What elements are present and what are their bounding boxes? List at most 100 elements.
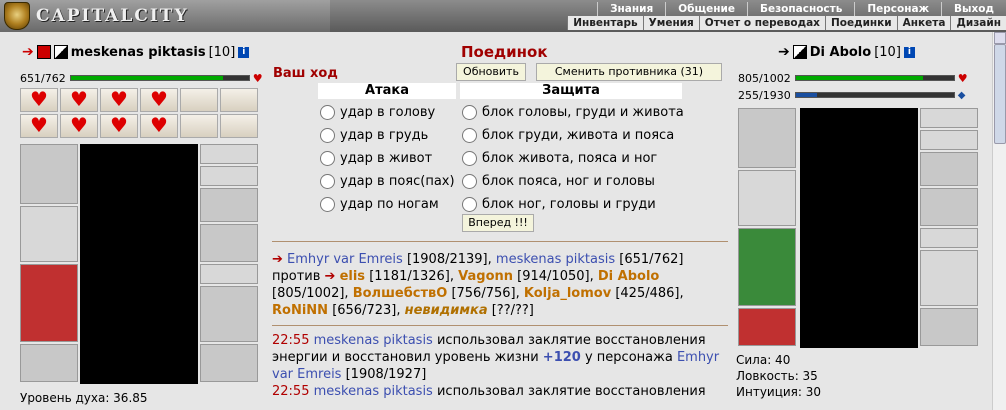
scroll-slot[interactable]: ♥ — [60, 87, 98, 112]
nav-design[interactable]: Дизайн — [950, 16, 1006, 30]
change-opponent-button[interactable]: Сменить противника (31) — [536, 63, 722, 81]
heart-icon: ♥ — [252, 71, 263, 85]
helmet-slot[interactable] — [20, 144, 78, 204]
boots-slot[interactable] — [200, 344, 258, 382]
amulet-slot[interactable] — [920, 108, 978, 128]
scroll-slot[interactable]: ♥ — [60, 113, 98, 138]
gloves-slot[interactable] — [200, 224, 258, 262]
nav-knowledge[interactable]: Знания — [597, 2, 665, 16]
attack-option[interactable]: удар в пояс(пах) — [320, 171, 455, 191]
align-icon — [53, 45, 68, 59]
boots-slot[interactable] — [920, 308, 978, 346]
gloves-slot[interactable] — [920, 188, 978, 226]
radio-button[interactable] — [462, 150, 477, 166]
scroll-slot[interactable]: ♥ — [140, 87, 178, 112]
bracer-slot[interactable] — [200, 188, 258, 222]
shield-slot[interactable] — [920, 250, 978, 306]
ring-slots[interactable] — [200, 264, 258, 284]
nav-character[interactable]: Персонаж — [854, 2, 941, 16]
attack-label: удар в пояс(пах) — [340, 173, 455, 189]
scroll-slot[interactable]: ♥ — [20, 87, 58, 112]
team2-member-5[interactable]: Kolja_lomov — [524, 286, 611, 301]
nav-security[interactable]: Безопасность — [746, 2, 854, 16]
radio-button[interactable] — [320, 104, 335, 120]
right-character-image[interactable] — [800, 108, 918, 348]
bracer-slot[interactable] — [920, 152, 978, 186]
heart-scroll-icon: ♥ — [150, 112, 168, 137]
earring-slot[interactable] — [920, 130, 978, 150]
header-bar: CAPITALCITY Знания Общение Безопасность … — [0, 0, 1006, 32]
scroll-slot[interactable] — [220, 88, 258, 112]
amulet-slot[interactable] — [200, 144, 258, 164]
scroll-slot[interactable] — [220, 114, 258, 138]
earring-slot[interactable] — [200, 166, 258, 186]
shield-slot[interactable] — [200, 286, 258, 342]
left-player-name[interactable]: meskenas piktasis — [71, 45, 206, 60]
log-actor[interactable]: meskenas piktasis — [314, 384, 433, 399]
scroll-slot[interactable]: ♥ — [100, 87, 138, 112]
attack-option[interactable]: удар в живот — [320, 148, 432, 168]
right-player-name[interactable]: Di Abolo — [810, 45, 871, 60]
team2-member-6[interactable]: RoNiNN — [272, 303, 328, 318]
radio-button[interactable] — [462, 173, 477, 189]
defense-option[interactable]: блок головы, груди и живота — [462, 102, 684, 122]
scroll-up-arrow-icon[interactable] — [994, 32, 1006, 44]
left-character-image[interactable] — [80, 144, 198, 384]
armor-slot[interactable] — [738, 228, 796, 306]
nav-skills[interactable]: Умения — [642, 16, 699, 30]
radio-button[interactable] — [320, 196, 335, 212]
armor-slot[interactable] — [20, 264, 78, 342]
nav-profile[interactable]: Анкета — [896, 16, 951, 30]
defense-option[interactable]: блок живота, пояса и ног — [462, 148, 657, 168]
radio-button[interactable] — [320, 173, 335, 189]
belt-slot[interactable] — [738, 308, 796, 346]
left-player-level: [10] — [208, 44, 236, 60]
log-text: использовал заклятие восстановления — [436, 384, 706, 399]
radio-button[interactable] — [320, 127, 335, 143]
scroll-slot[interactable]: ♥ — [20, 113, 58, 138]
nav-duels[interactable]: Поединки — [824, 16, 897, 30]
info-icon[interactable]: i — [903, 46, 915, 58]
ring-slots[interactable] — [920, 228, 978, 248]
radio-button[interactable] — [320, 150, 335, 166]
team2-member-4[interactable]: ВолшебствО — [353, 286, 448, 301]
attack-option[interactable]: удар в грудь — [320, 125, 428, 145]
team2-member-2[interactable]: Vagonn — [458, 269, 513, 284]
weapon-slot[interactable] — [20, 206, 78, 262]
defense-option[interactable]: блок ног, головы и груди — [462, 194, 656, 214]
scroll-slot[interactable]: ♥ — [100, 113, 138, 138]
weapon-slot[interactable] — [738, 170, 796, 226]
forward-button[interactable]: Вперед !!! — [462, 214, 534, 232]
combat-log: 22:55 meskenas piktasis использовал закл… — [272, 332, 728, 400]
nav-exit[interactable]: Выход — [941, 2, 1006, 16]
scroll-slot[interactable]: ♥ — [140, 112, 178, 138]
team2-member-7[interactable]: невидимка — [405, 303, 488, 318]
attack-option[interactable]: удар в голову — [320, 102, 435, 122]
clan-icon[interactable] — [36, 45, 51, 59]
scrollbar[interactable] — [992, 32, 1006, 410]
info-icon[interactable]: i — [238, 46, 250, 58]
clan-icon[interactable] — [792, 45, 807, 59]
radio-button[interactable] — [462, 196, 477, 212]
attack-option[interactable]: удар по ногам — [320, 194, 439, 214]
helmet-slot[interactable] — [738, 108, 796, 168]
right-mana-text: 255/1930 — [738, 88, 791, 102]
belt-slot[interactable] — [20, 344, 78, 382]
radio-button[interactable] — [462, 104, 477, 120]
nav-communication[interactable]: Общение — [665, 2, 747, 16]
team1-member-1[interactable]: Emhyr var Emreis — [287, 252, 403, 267]
team1-member-2[interactable]: meskenas piktasis — [496, 252, 615, 267]
team2-member-1[interactable]: elis — [340, 269, 365, 284]
radio-button[interactable] — [462, 127, 477, 143]
team2-member-3[interactable]: Di Abolo — [598, 269, 659, 284]
scroll-thumb[interactable] — [994, 44, 1006, 144]
scroll-slot[interactable] — [180, 114, 218, 138]
stat-intuition: Интуиция: 30 — [736, 385, 822, 399]
scroll-slot[interactable] — [180, 88, 218, 112]
nav-inventory[interactable]: Инвентарь — [567, 16, 642, 30]
log-actor[interactable]: meskenas piktasis — [314, 333, 433, 348]
defense-option[interactable]: блок пояса, ног и головы — [462, 171, 655, 191]
refresh-button[interactable]: Обновить — [456, 63, 526, 81]
nav-transfer-report[interactable]: Отчет о переводах — [698, 16, 825, 30]
defense-option[interactable]: блок груди, живота и пояса — [462, 125, 674, 145]
